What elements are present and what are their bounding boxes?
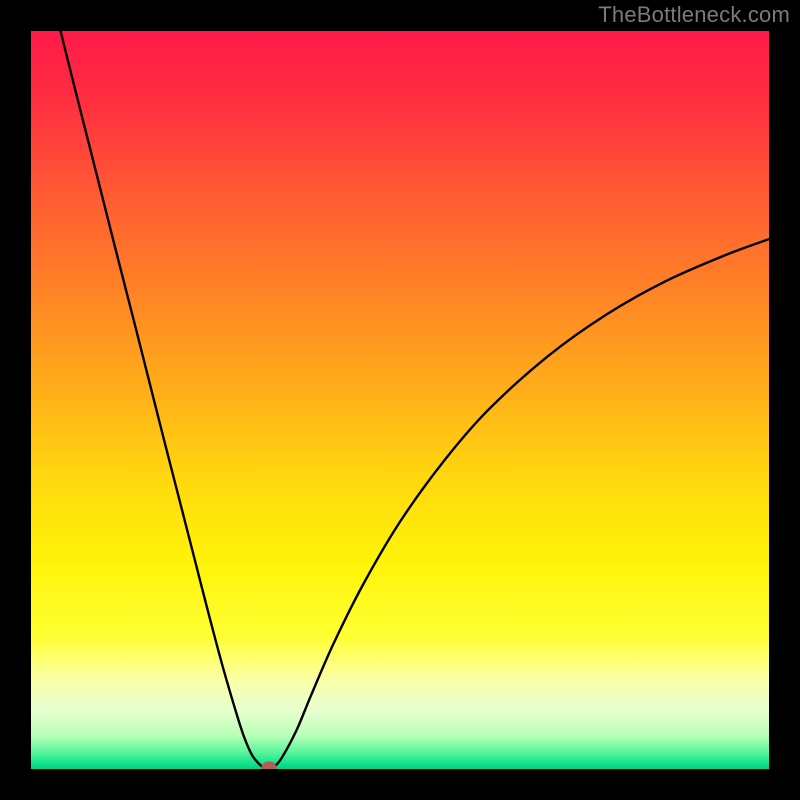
plot-area	[31, 31, 769, 769]
optimal-point-marker	[262, 762, 277, 770]
gradient-background	[31, 31, 769, 769]
watermark-text: TheBottleneck.com	[598, 2, 790, 28]
chart-frame: TheBottleneck.com	[0, 0, 800, 800]
